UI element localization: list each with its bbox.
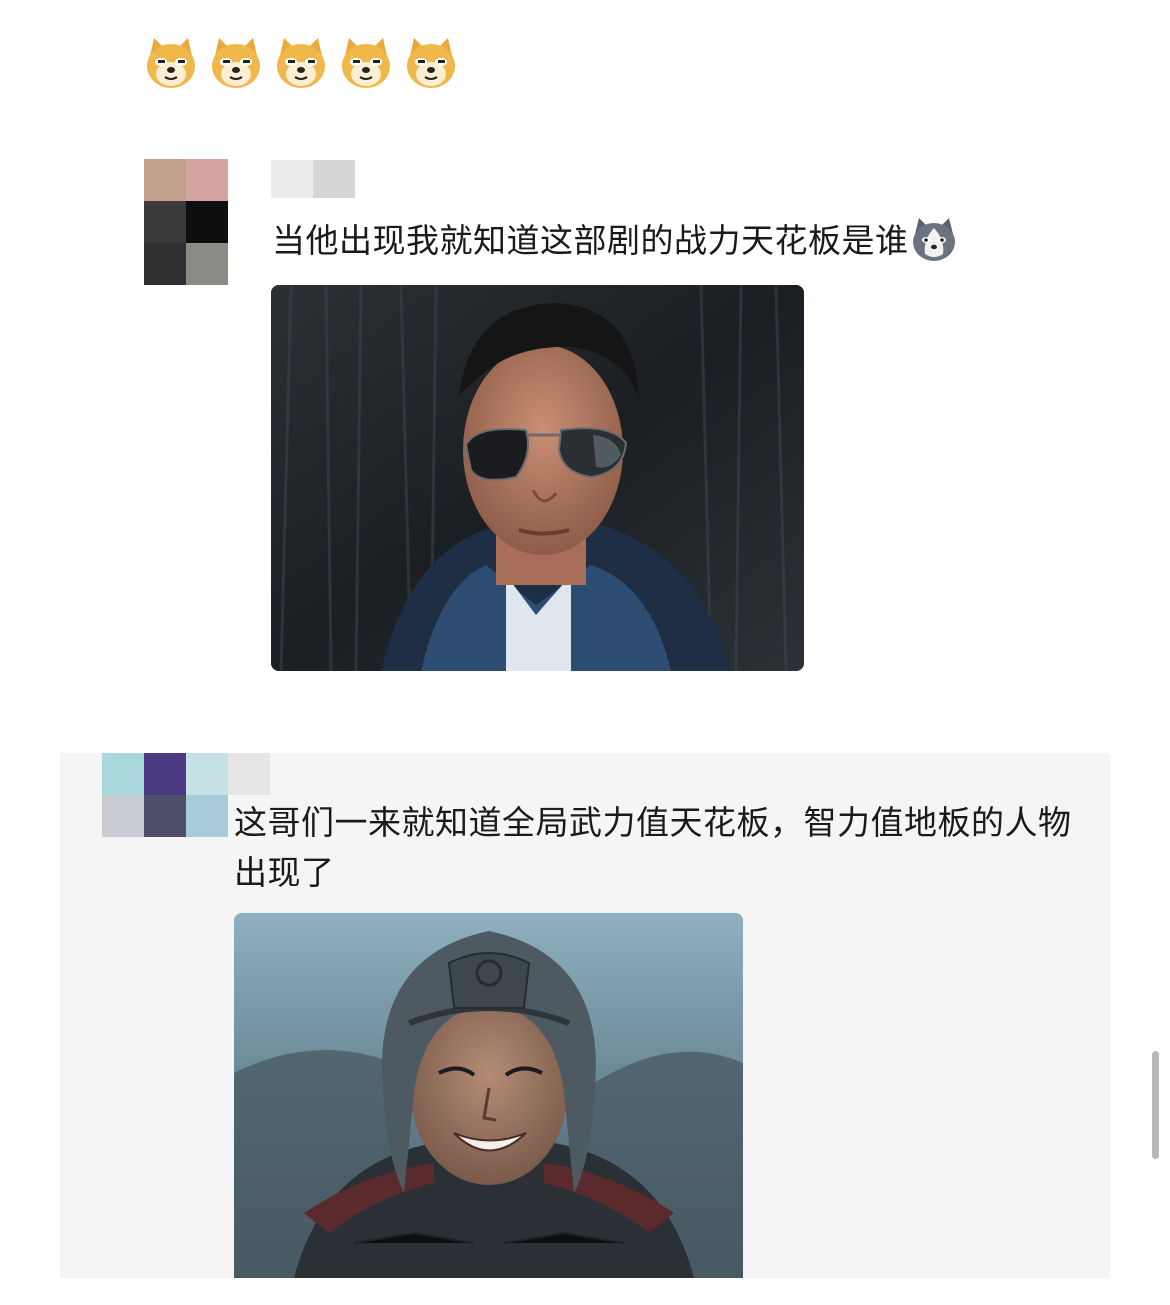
- comment-item: 这哥们一来就知道全局武力值天花板，智力值地板的人物出现了: [60, 753, 1110, 1278]
- comment-text: 当他出现我就知道这部剧的战力天花板是谁: [272, 214, 959, 267]
- pixelated-avatar[interactable]: [102, 753, 228, 837]
- pixelated-avatar[interactable]: [144, 159, 228, 285]
- smiling-soldier-in-helmet-photo[interactable]: [234, 913, 743, 1278]
- username-blurred[interactable]: [228, 753, 270, 795]
- username-blurred[interactable]: [271, 160, 355, 198]
- husky-emoji-icon: [912, 218, 955, 261]
- comment-item: 当他出现我就知道这部剧的战力天花板是谁: [0, 0, 1170, 700]
- comment-text: 这哥们一来就知道全局武力值天花板，智力值地板的人物出现了: [234, 803, 1072, 892]
- man-in-aviator-sunglasses-photo[interactable]: [271, 285, 804, 671]
- comment-text-content: 当他出现我就知道这部剧的战力天花板是谁: [272, 221, 909, 260]
- vertical-scrollbar[interactable]: [1152, 1051, 1159, 1159]
